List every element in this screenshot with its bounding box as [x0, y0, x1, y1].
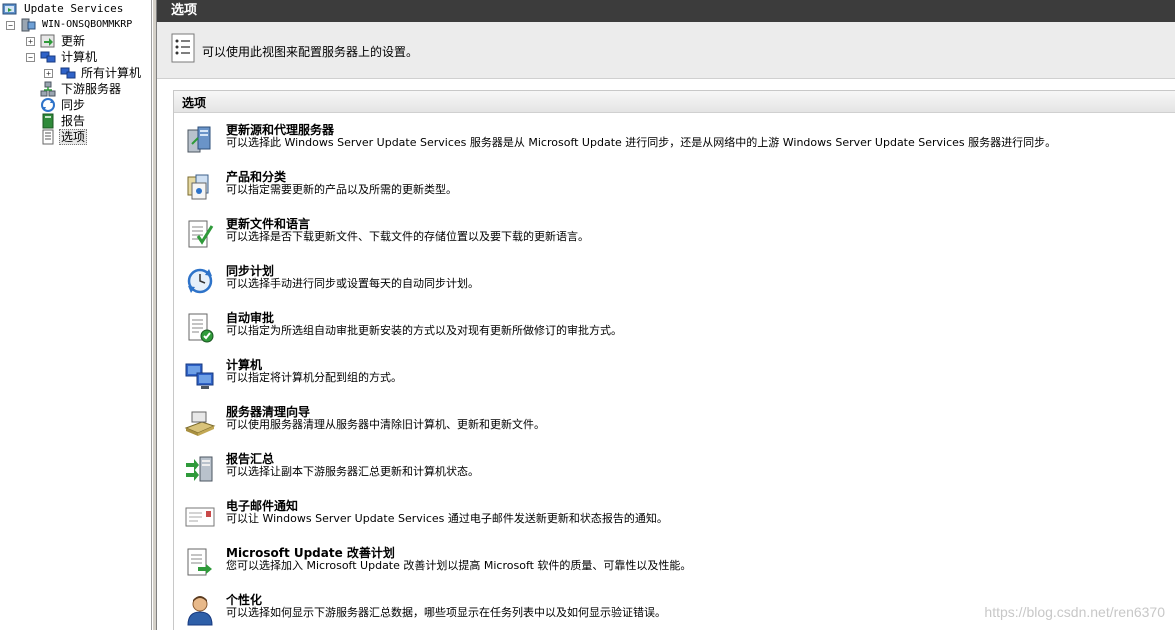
option-description: 可以让 Windows Server Update Services 通过电子邮…: [226, 512, 668, 525]
expand-icon[interactable]: +: [26, 37, 35, 46]
downstream-servers-icon: [40, 81, 56, 97]
option-description: 可以使用服务器清理从服务器中清除旧计算机、更新和更新文件。: [226, 418, 545, 431]
collapse-icon[interactable]: −: [6, 21, 15, 30]
reporting-rollup-icon: [184, 453, 216, 485]
options-panel: 选项 更新源和代理服务器 可以选择此 Windows Server Update…: [173, 90, 1175, 630]
option-title: 产品和分类: [226, 170, 287, 184]
page-title: 选项: [157, 0, 1175, 22]
option-description: 可以选择如何显示下游服务器汇总数据，哪些项显示在任务列表中以及如何显示验证错误。: [226, 606, 666, 619]
server-proxy-icon: [184, 124, 216, 156]
cleanup-wizard-icon: [184, 406, 216, 438]
option-cleanup-wizard[interactable]: 服务器清理向导 可以使用服务器清理从服务器中清除旧计算机、更新和更新文件。: [182, 405, 1172, 450]
option-update-source-proxy[interactable]: 更新源和代理服务器 可以选择此 Windows Server Update Se…: [182, 123, 1172, 168]
option-title: 服务器清理向导: [226, 405, 311, 419]
reports-icon: [40, 113, 56, 129]
option-description: 可以指定将计算机分配到组的方式。: [226, 371, 402, 384]
option-description: 可以选择让副本下游服务器汇总更新和计算机状态。: [226, 465, 479, 478]
expand-icon[interactable]: +: [44, 69, 53, 78]
email-notification-icon: [184, 500, 216, 532]
option-automatic-approvals[interactable]: 自动审批 可以指定为所选组自动审批更新安装的方式以及对现有更新所做修订的审批方式…: [182, 311, 1172, 356]
option-title: 计算机: [226, 358, 263, 372]
option-computers[interactable]: 计算机 可以指定将计算机分配到组的方式。: [182, 358, 1172, 403]
options-view: 选项 可以使用此视图来配置服务器上的设置。 选项 更新源和代理服务器 可以选择此…: [157, 0, 1175, 630]
option-title: Microsoft Update 改善计划: [226, 546, 395, 560]
option-title: 电子邮件通知: [226, 499, 299, 513]
sync-icon: [40, 97, 56, 113]
improvement-program-icon: [184, 547, 216, 579]
sync-schedule-icon: [184, 265, 216, 297]
options-icon: [40, 129, 56, 145]
option-title: 同步计划: [226, 264, 275, 278]
option-title: 报告汇总: [226, 452, 275, 466]
updates-icon: [40, 33, 56, 49]
option-email-notifications[interactable]: 电子邮件通知 可以让 Windows Server Update Service…: [182, 499, 1172, 544]
computers-icon: [40, 49, 56, 65]
intro-text: 可以使用此视图来配置服务器上的设置。: [202, 45, 419, 59]
option-description: 可以指定需要更新的产品以及所需的更新类型。: [226, 183, 457, 196]
option-improvement-program[interactable]: Microsoft Update 改善计划 您可以选择加入 Microsoft …: [182, 546, 1172, 591]
update-services-icon: [2, 1, 18, 17]
server-icon: [20, 17, 36, 33]
watermark: https://blog.csdn.net/ren6370: [984, 604, 1165, 620]
computer-group-icon: [60, 65, 76, 81]
option-description: 可以选择此 Windows Server Update Services 服务器…: [226, 136, 1057, 149]
option-products-classifications[interactable]: 产品和分类 可以指定需要更新的产品以及所需的更新类型。: [182, 170, 1172, 215]
navigation-tree: Update Services − WIN-ONSQBOMMKRP + 更新 −…: [0, 0, 152, 630]
personalization-icon: [184, 594, 216, 626]
computers-icon: [184, 359, 216, 391]
option-title: 自动审批: [226, 311, 275, 325]
option-description: 可以选择手动进行同步或设置每天的自动同步计划。: [226, 277, 479, 290]
option-description: 您可以选择加入 Microsoft Update 改善计划以提高 Microso…: [226, 559, 692, 572]
option-update-files-languages[interactable]: 更新文件和语言 可以选择是否下载更新文件、下载文件的存储位置以及要下载的更新语言…: [182, 217, 1172, 262]
option-title: 更新源和代理服务器: [226, 123, 335, 137]
intro-banner: 可以使用此视图来配置服务器上的设置。: [157, 22, 1175, 79]
option-description: 可以选择是否下载更新文件、下载文件的存储位置以及要下载的更新语言。: [226, 230, 589, 243]
option-title: 更新文件和语言: [226, 217, 311, 231]
option-description: 可以指定为所选组自动审批更新安装的方式以及对现有更新所做修订的审批方式。: [226, 324, 622, 337]
update-files-icon: [184, 218, 216, 250]
option-reporting-rollup[interactable]: 报告汇总 可以选择让副本下游服务器汇总更新和计算机状态。: [182, 452, 1172, 497]
collapse-icon[interactable]: −: [26, 53, 35, 62]
document-list-icon: [171, 33, 197, 65]
options-panel-header: 选项: [174, 91, 1175, 113]
option-title: 个性化: [226, 593, 263, 607]
auto-approval-icon: [184, 312, 216, 344]
option-sync-schedule[interactable]: 同步计划 可以选择手动进行同步或设置每天的自动同步计划。: [182, 264, 1172, 309]
products-icon: [184, 171, 216, 203]
